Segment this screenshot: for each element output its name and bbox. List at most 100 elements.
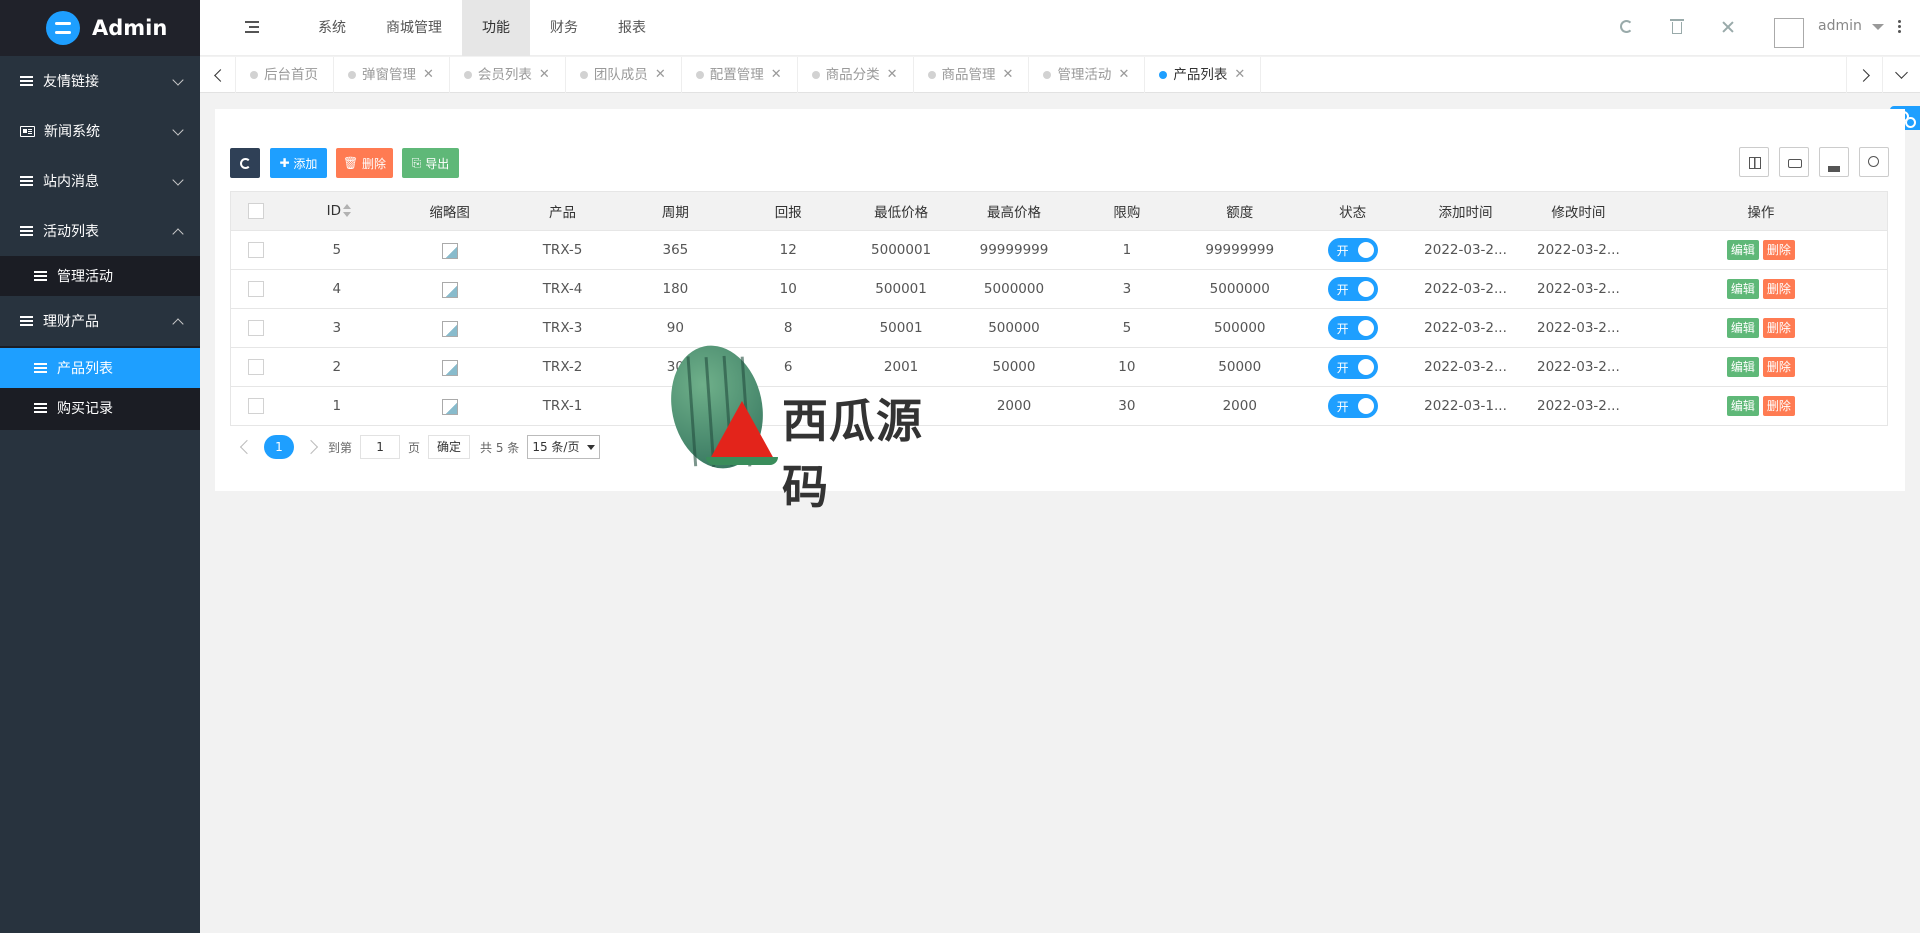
edit-button[interactable]: 编辑 <box>1726 240 1759 260</box>
status-toggle[interactable]: 开 <box>1327 316 1378 340</box>
tabs-scroll-left-icon[interactable] <box>200 57 236 93</box>
prev-page-icon[interactable] <box>239 439 255 455</box>
list-icon <box>20 76 33 86</box>
page-tabs: 后台首页 弹窗管理 ✕ 会员列表 ✕ 团队成员 ✕ 配置管理 ✕ 商品分类 ✕ 商品管理 ✕… <box>236 57 1262 93</box>
delete-row-button[interactable]: 删除 <box>1762 396 1795 416</box>
page-number-current[interactable]: 1 <box>264 435 294 459</box>
close-icon[interactable]: ✕ <box>887 57 898 93</box>
next-page-icon[interactable] <box>303 439 319 455</box>
page-tab[interactable]: 商品管理 ✕ <box>914 57 1030 93</box>
close-icon[interactable]: ✕ <box>655 57 666 93</box>
edit-button[interactable]: 编辑 <box>1726 396 1759 416</box>
row-checkbox[interactable] <box>247 242 264 258</box>
row-checkbox[interactable] <box>247 359 264 375</box>
col-header: 产品 <box>506 191 619 231</box>
list-icon <box>20 176 33 186</box>
refresh-button[interactable] <box>230 148 260 178</box>
cell-limit: 5 <box>1070 308 1184 348</box>
row-checkbox[interactable] <box>247 281 264 297</box>
close-icon[interactable]: ✕ <box>771 57 782 93</box>
cell-product: TRX-3 <box>506 308 619 348</box>
tab-dot-icon <box>695 71 704 79</box>
sidebar-item-manage-activities[interactable]: 管理活动 <box>0 256 200 296</box>
edit-button[interactable]: 编辑 <box>1726 279 1759 299</box>
sidebar-item-news[interactable]: 新闻系统 <box>0 106 200 156</box>
print-icon[interactable] <box>1779 147 1809 177</box>
sidebar-item-purchase-records[interactable]: 购买记录 <box>0 388 200 428</box>
sidebar-item-links[interactable]: 友情链接 <box>0 56 200 106</box>
user-name[interactable]: admin <box>1818 18 1862 34</box>
page-tab-active[interactable]: 产品列表 ✕ <box>1145 57 1262 93</box>
delete-button[interactable]: 🗑 删除 <box>336 148 393 178</box>
page-size-select[interactable]: 15 条/页 <box>527 435 601 459</box>
sidebar-item-activities[interactable]: 活动列表 <box>0 206 200 256</box>
col-header-id[interactable]: ID <box>280 191 394 231</box>
status-toggle[interactable]: 开 <box>1327 355 1378 379</box>
logo[interactable]: Admin <box>0 0 200 56</box>
cell-status: 开 <box>1296 269 1410 309</box>
fullscreen-icon[interactable] <box>1722 21 1734 33</box>
tabs-scroll-right-icon[interactable] <box>1846 57 1882 93</box>
top-tab-reports[interactable]: 报表 <box>598 0 666 56</box>
row-select-cell[interactable] <box>230 308 281 348</box>
close-icon[interactable]: ✕ <box>1003 57 1014 93</box>
cell-quota: 50000 <box>1183 347 1297 387</box>
clear-cache-icon[interactable] <box>1670 19 1684 34</box>
export-icon[interactable] <box>1819 147 1849 177</box>
tabs-menu-chevron-down-icon[interactable] <box>1882 57 1918 93</box>
goto-confirm-button[interactable]: 确定 <box>428 435 471 459</box>
tab-dot-icon <box>250 71 258 79</box>
row-select-cell[interactable] <box>230 347 281 387</box>
top-tab-system[interactable]: 系统 <box>298 0 366 56</box>
select-all-checkbox[interactable] <box>247 203 264 219</box>
close-icon[interactable]: ✕ <box>1234 57 1245 93</box>
page-tab[interactable]: 后台首页 <box>236 57 334 93</box>
columns-filter-icon[interactable] <box>1739 147 1769 177</box>
delete-row-button[interactable]: 删除 <box>1762 240 1795 260</box>
top-tab-functions[interactable]: 功能 <box>462 0 530 56</box>
refresh-icon[interactable] <box>1620 20 1633 33</box>
export-button[interactable]: ⎘ 导出 <box>402 148 459 178</box>
cell-modified: 2022-03-2... <box>1521 230 1635 270</box>
row-select-cell[interactable] <box>230 269 281 309</box>
page-tab[interactable]: 会员列表 ✕ <box>450 57 566 93</box>
page-tab[interactable]: 商品分类 ✕ <box>798 57 914 93</box>
status-toggle[interactable]: 开 <box>1327 238 1378 262</box>
sidebar-item-messages[interactable]: 站内消息 <box>0 156 200 206</box>
avatar[interactable] <box>1774 18 1804 48</box>
page-tab[interactable]: 配置管理 ✕ <box>682 57 798 93</box>
row-select-cell[interactable] <box>230 386 281 426</box>
caret-down-icon[interactable] <box>1872 24 1884 30</box>
edit-button[interactable]: 编辑 <box>1726 318 1759 338</box>
status-toggle[interactable]: 开 <box>1327 394 1378 418</box>
close-icon[interactable]: ✕ <box>423 57 434 93</box>
sidebar-item-finance-products[interactable]: 理财产品 <box>0 296 200 346</box>
top-tab-finance[interactable]: 财务 <box>530 0 598 56</box>
row-checkbox[interactable] <box>247 320 264 336</box>
goto-page-input[interactable]: 1 <box>360 435 401 459</box>
delete-row-button[interactable]: 删除 <box>1762 279 1795 299</box>
top-tab-mall[interactable]: 商城管理 <box>366 0 462 56</box>
close-icon[interactable]: ✕ <box>539 57 550 93</box>
col-header: 限购 <box>1070 191 1184 231</box>
status-toggle[interactable]: 开 <box>1327 277 1378 301</box>
select-all-cell[interactable] <box>230 191 281 231</box>
delete-row-button[interactable]: 删除 <box>1762 318 1795 338</box>
search-icon[interactable] <box>1859 147 1889 177</box>
add-button[interactable]: ✚ 添加 <box>270 148 327 178</box>
row-select-cell[interactable] <box>230 230 281 270</box>
cell-max-price: 500000 <box>957 308 1071 348</box>
menu-toggle-icon[interactable] <box>245 21 259 33</box>
sidebar-item-product-list[interactable]: 产品列表 <box>0 348 200 388</box>
more-vertical-icon[interactable] <box>1898 20 1901 34</box>
cell-min-price: 500001 <box>844 269 958 309</box>
page-tab[interactable]: 弹窗管理 ✕ <box>334 57 450 93</box>
top-header: 系统 商城管理 功能 财务 报表 admin <box>200 0 1920 56</box>
delete-row-button[interactable]: 删除 <box>1762 357 1795 377</box>
close-icon[interactable]: ✕ <box>1118 57 1129 93</box>
row-checkbox[interactable] <box>247 398 264 414</box>
page-tab[interactable]: 管理活动 ✕ <box>1029 57 1146 93</box>
list-icon <box>34 363 47 373</box>
page-tab[interactable]: 团队成员 ✕ <box>566 57 682 93</box>
edit-button[interactable]: 编辑 <box>1726 357 1759 377</box>
